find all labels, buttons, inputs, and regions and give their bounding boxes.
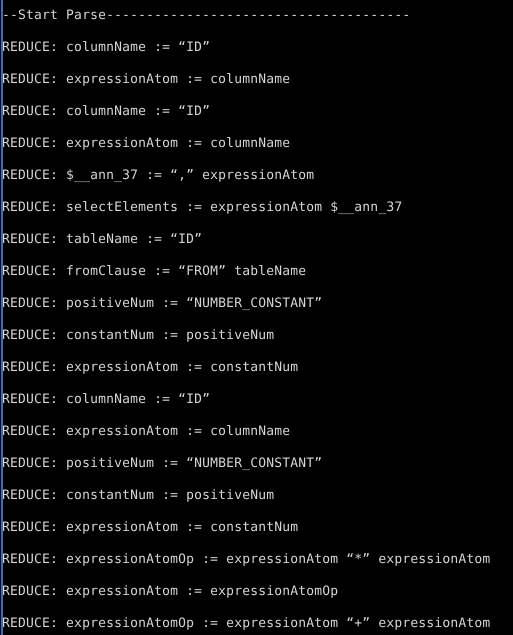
console-line: REDUCE: expressionAtom := expressionAtom… bbox=[2, 584, 339, 599]
console-line: REDUCE: expressionAtom := constantNum bbox=[2, 360, 299, 375]
console-output-panel[interactable]: --Start Parse---------------------------… bbox=[0, 0, 513, 635]
console-line: REDUCE: $__ann_37 := “,” expressionAtom bbox=[2, 168, 315, 183]
console-line: REDUCE: tableName := “ID” bbox=[2, 232, 203, 247]
console-line: REDUCE: expressionAtom := columnName bbox=[2, 136, 291, 151]
console-line-header: --Start Parse---------------------------… bbox=[2, 8, 411, 23]
console-line: REDUCE: expressionAtom := constantNum bbox=[2, 520, 299, 535]
console-line: REDUCE: positiveNum := “NUMBER_CONSTANT” bbox=[2, 296, 323, 311]
console-line: REDUCE: expressionAtom := columnName bbox=[2, 424, 291, 439]
console-line: REDUCE: expressionAtomOp := expressionAt… bbox=[2, 552, 491, 567]
console-line: REDUCE: expressionAtom := columnName bbox=[2, 72, 291, 87]
console-line: REDUCE: columnName := “ID” bbox=[2, 392, 211, 407]
console-line: REDUCE: selectElements := expressionAtom… bbox=[2, 200, 403, 215]
console-line: REDUCE: constantNum := positiveNum bbox=[2, 488, 275, 503]
console-log-text[interactable]: --Start Parse---------------------------… bbox=[0, 0, 513, 635]
console-line: REDUCE: expressionAtomOp := expressionAt… bbox=[2, 616, 491, 631]
left-accent-rule bbox=[1, 0, 3, 635]
console-line: REDUCE: fromClause := “FROM” tableName bbox=[2, 264, 307, 279]
console-line: REDUCE: constantNum := positiveNum bbox=[2, 328, 275, 343]
console-line: REDUCE: columnName := “ID” bbox=[2, 104, 211, 119]
console-line: REDUCE: positiveNum := “NUMBER_CONSTANT” bbox=[2, 456, 323, 471]
console-line: REDUCE: columnName := “ID” bbox=[2, 40, 211, 55]
